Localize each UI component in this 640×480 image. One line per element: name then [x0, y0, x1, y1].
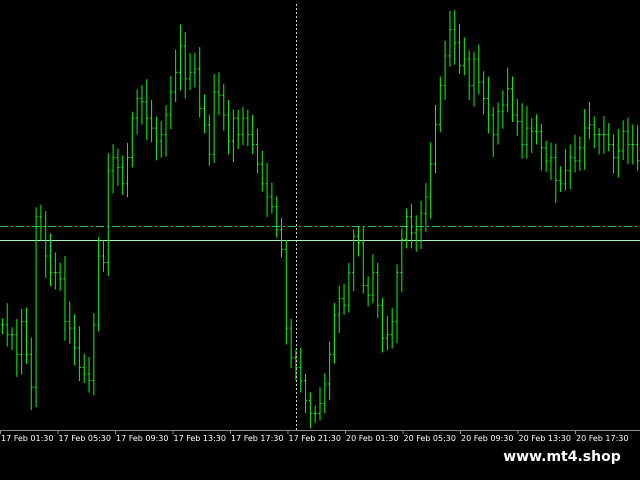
chart-window[interactable]: 17 Feb 01:30 17 Feb 05:30 17 Feb 09:30 17 F… [0, 0, 640, 450]
watermark-label: www.mt4.shop [497, 445, 627, 469]
time-axis-label: 20 Feb 05:30 [404, 434, 456, 443]
time-axis-label: 17 Feb 09:30 [116, 434, 168, 443]
time-axis-label: 20 Feb 01:30 [346, 434, 398, 443]
time-axis-label: 17 Feb 13:30 [174, 434, 226, 443]
price-chart[interactable]: 17 Feb 01:30 17 Feb 05:30 17 Feb 09:30 17 F… [0, 0, 640, 450]
time-axis-label: 17 Feb 05:30 [59, 434, 111, 443]
time-axis-label: 17 Feb 01:30 [1, 434, 53, 443]
plot-background[interactable] [0, 0, 640, 430]
time-axis-label: 20 Feb 13:30 [519, 434, 571, 443]
time-axis-label: 20 Feb 17:30 [576, 434, 628, 443]
time-axis-label: 17 Feb 17:30 [231, 434, 283, 443]
plot-area[interactable] [0, 0, 640, 430]
time-axis: 17 Feb 01:30 17 Feb 05:30 17 Feb 09:30 17 F… [0, 430, 640, 443]
time-axis-label: 20 Feb 09:30 [461, 434, 513, 443]
time-axis-label: 17 Feb 21:30 [289, 434, 341, 443]
